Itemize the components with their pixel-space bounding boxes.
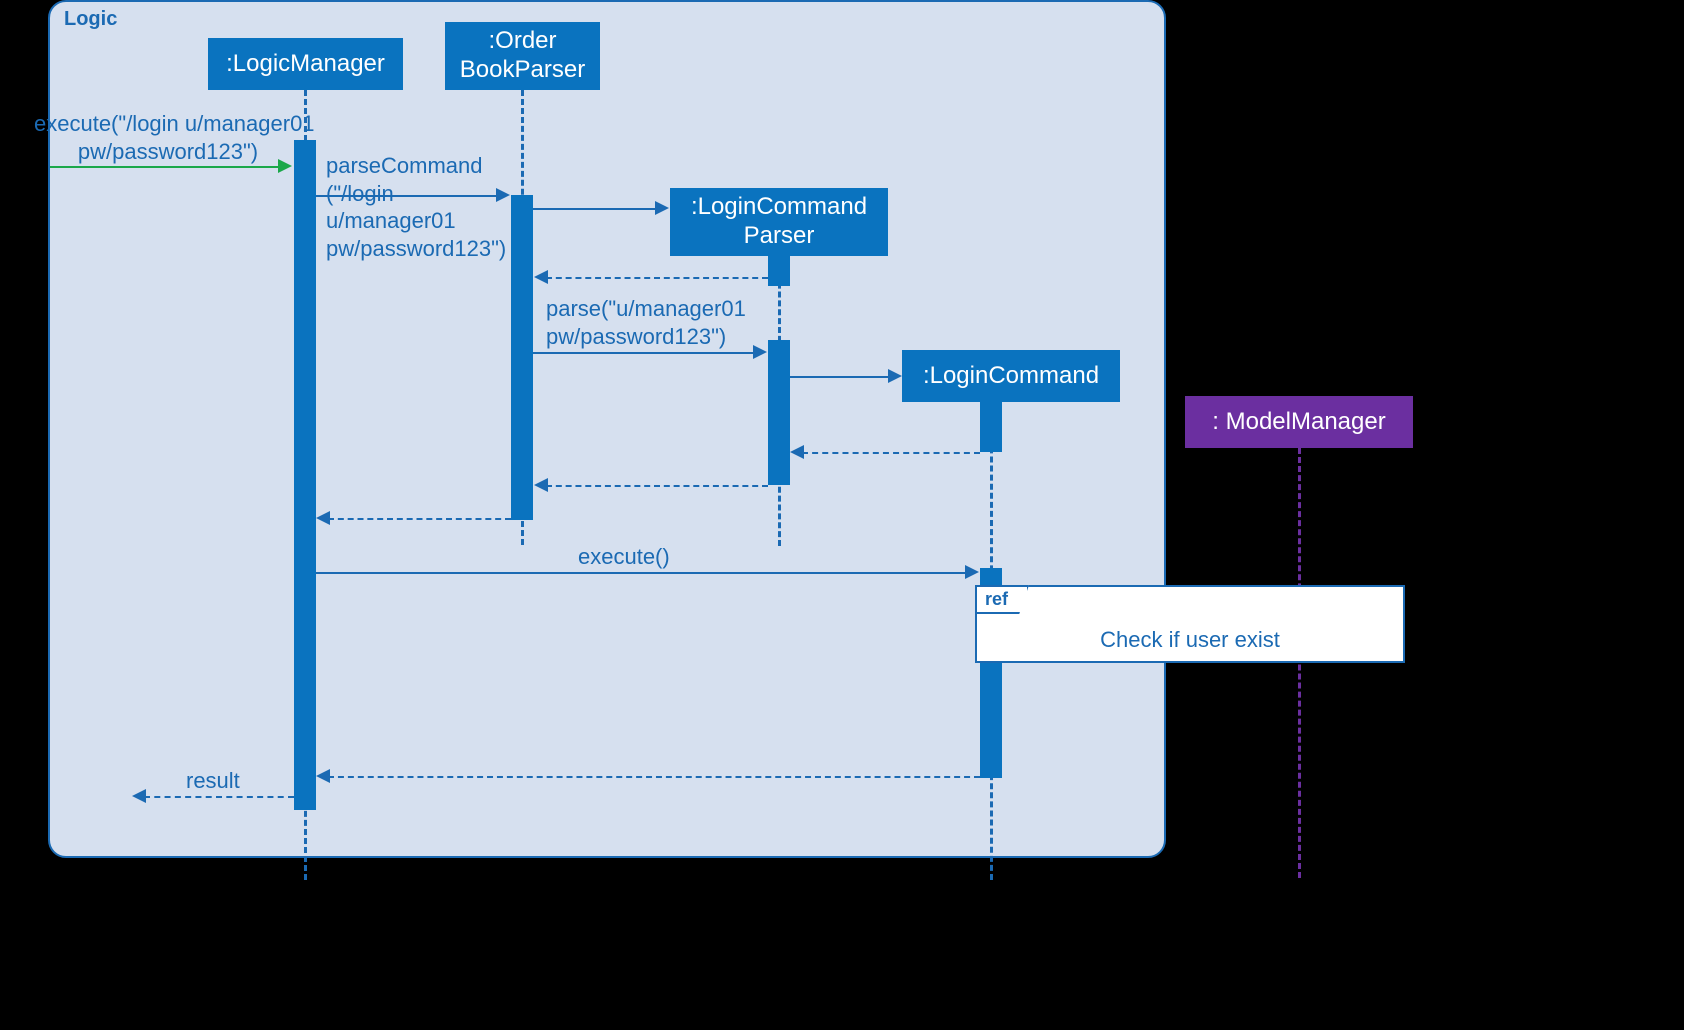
arrowhead-return-execute [316,769,330,783]
arrow-create-login-parser [533,208,657,210]
arrow-parse [533,352,755,354]
activation-login-command-create [980,402,1002,452]
arrow-result-out [144,796,294,798]
frame-label: Logic [64,8,117,31]
msg-execute-call: execute() [578,543,670,571]
lifeline-label: :LoginCommand Parser [691,193,867,251]
lifeline-dash-model-manager [1298,448,1301,878]
lifeline-label: :Order BookParser [460,27,585,85]
lifeline-login-command: :LoginCommand [902,350,1120,402]
ref-tab: ref [975,585,1029,614]
arrowhead-parse-command [496,188,510,202]
msg-execute-in: execute("/login u/manager01 pw/password1… [34,110,302,165]
arrowhead-execute-in [278,159,292,173]
lifeline-label: : ModelManager [1212,408,1385,437]
arrowhead-return-login-parser-create [534,270,548,284]
arrowhead-return-parse [534,478,548,492]
arrow-return-parse [546,485,768,487]
activation-order-book-parser [511,195,533,520]
arrow-return-login-parser-create [546,277,768,279]
arrow-execute-in [50,166,280,168]
lifeline-order-book-parser: :Order BookParser [445,22,600,90]
lifeline-login-command-parser: :LoginCommand Parser [670,188,888,256]
msg-parse: parse("u/manager01 pw/password123") [546,295,746,350]
lifeline-label: :LoginCommand [923,362,1099,391]
arrowhead-return-parse-command [316,511,330,525]
arrow-return-execute [328,776,980,778]
activation-login-command-parser-2 [768,340,790,485]
arrow-return-login-command-create [802,452,980,454]
activation-logic-manager [294,140,316,810]
msg-parse-command: parseCommand ("/login u/manager01 pw/pas… [326,152,506,262]
lifeline-model-manager: : ModelManager [1185,396,1413,448]
arrowhead-create-login-parser [655,201,669,215]
arrowhead-execute-call [965,565,979,579]
ref-text: Check if user exist [977,627,1403,653]
arrow-execute-call [316,572,967,574]
lifeline-label: :LogicManager [226,50,385,79]
lifeline-logic-manager: :LogicManager [208,38,403,90]
arrowhead-create-login-command [888,369,902,383]
arrow-create-login-command [790,376,890,378]
msg-result: result [186,767,240,795]
arrow-parse-command [316,195,498,197]
arrowhead-parse [753,345,767,359]
arrowhead-result-out [132,789,146,803]
arrow-return-parse-command [328,518,511,520]
arrowhead-return-login-command-create [790,445,804,459]
activation-login-command-parser-1 [768,256,790,286]
ref-box: ref Check if user exist [975,585,1405,663]
